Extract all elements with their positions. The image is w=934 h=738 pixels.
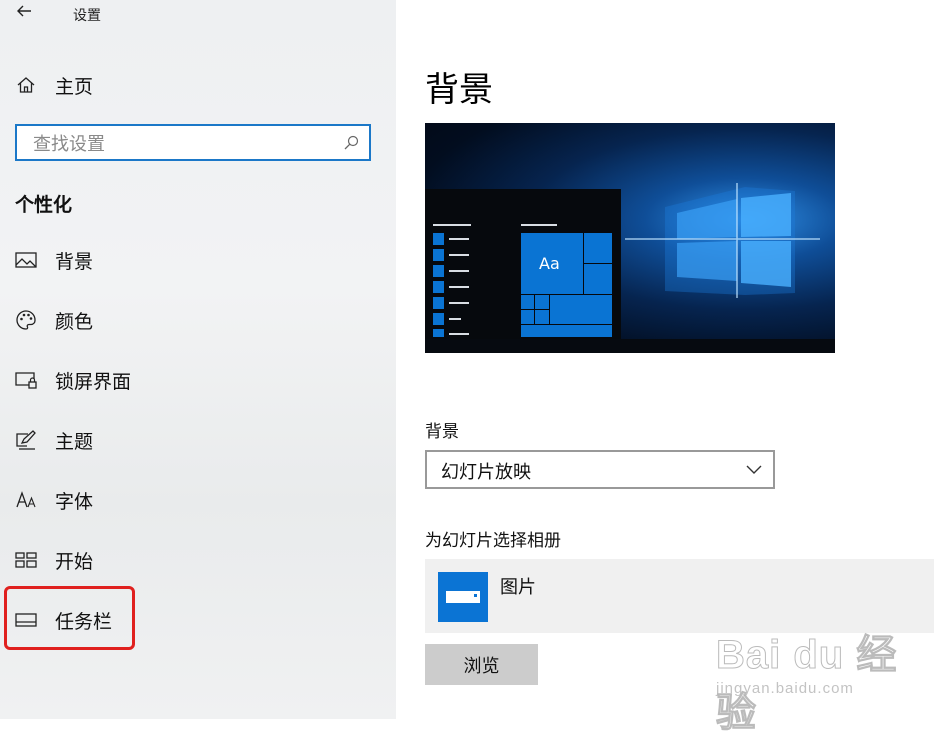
theme-icon: [14, 428, 38, 452]
sidebar-item-background[interactable]: 背景: [0, 240, 396, 280]
background-preview: Aa: [425, 123, 835, 353]
dropdown-value: 幻灯片放映: [441, 462, 531, 483]
sidebar-item-start[interactable]: 开始: [0, 540, 396, 580]
back-button[interactable]: [12, 2, 36, 26]
start-menu-preview: Aa: [425, 189, 621, 339]
search-input[interactable]: [31, 131, 335, 157]
browse-button[interactable]: 浏览: [425, 644, 538, 685]
background-field-label: 背景: [425, 422, 459, 442]
preview-tile-text: Aa: [539, 254, 560, 273]
search-icon[interactable]: [343, 135, 359, 151]
window-title: 设置: [73, 8, 101, 24]
pictures-folder-icon: [438, 572, 488, 622]
sidebar-item-themes[interactable]: 主题: [0, 420, 396, 460]
sidebar-item-lock-screen[interactable]: 锁屏界面: [0, 360, 396, 400]
page-title: 背景: [425, 70, 493, 110]
nav-home[interactable]: 主页: [0, 65, 396, 105]
sidebar: 设置 主页 个性化 背景 颜色 锁屏界面: [0, 0, 396, 719]
sidebar-item-label: 字体: [55, 491, 94, 513]
arrow-left-icon: [17, 5, 31, 17]
background-dropdown[interactable]: 幻灯片放映: [425, 450, 775, 489]
sidebar-item-label: 主题: [55, 431, 94, 453]
start-icon: [14, 548, 38, 572]
sidebar-item-colors[interactable]: 颜色: [0, 300, 396, 340]
sidebar-item-label: 开始: [55, 551, 94, 573]
section-heading: 个性化: [15, 194, 73, 216]
nav-home-label: 主页: [55, 76, 94, 98]
title-bar: 设置: [0, 0, 396, 30]
watermark-sub: jingyan.baidu.com: [716, 680, 854, 697]
chevron-down-icon: [746, 465, 762, 474]
sidebar-item-label: 颜色: [55, 311, 94, 333]
palette-icon: [14, 308, 38, 332]
home-icon: [14, 73, 38, 97]
baidu-watermark: Bai du 经验 jingyan.baidu.com: [716, 610, 916, 736]
sidebar-item-label: 背景: [55, 251, 94, 273]
preview-tile-label: Aa: [520, 232, 585, 296]
font-icon: [14, 488, 38, 512]
image-icon: [14, 248, 38, 272]
lock-screen-icon: [14, 368, 38, 392]
album-label: 为幻灯片选择相册: [425, 531, 561, 551]
sidebar-item-fonts[interactable]: 字体: [0, 480, 396, 520]
album-name: 图片: [500, 577, 536, 598]
preview-taskbar: [425, 339, 835, 353]
search-box[interactable]: [15, 124, 371, 161]
sidebar-item-label: 锁屏界面: [55, 371, 132, 393]
highlight-annotation: [4, 586, 135, 650]
